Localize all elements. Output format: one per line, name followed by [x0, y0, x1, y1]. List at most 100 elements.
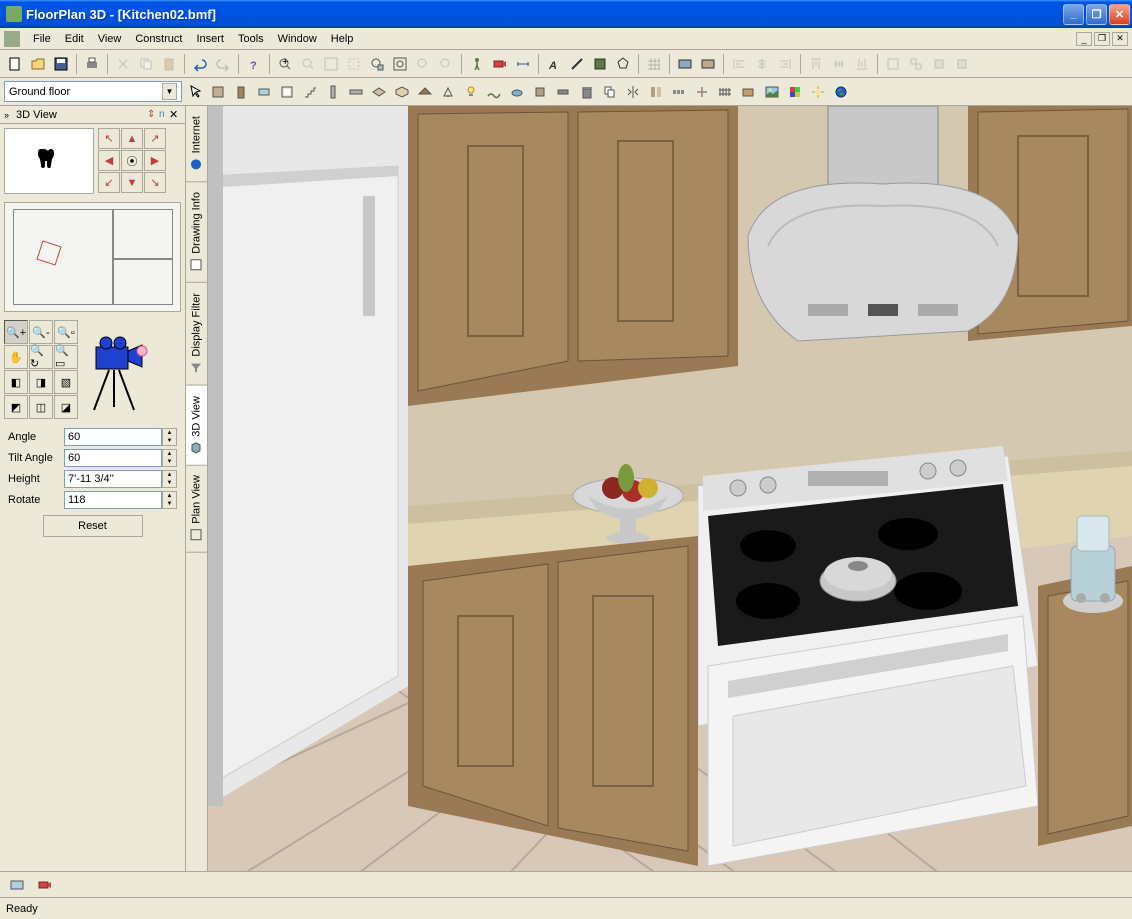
zoom-window-tool[interactable]: 🔍▫ — [54, 320, 78, 344]
tab-drawing-info[interactable]: Drawing Info — [186, 182, 207, 283]
menu-tools[interactable]: Tools — [231, 31, 271, 47]
nav-up-right[interactable]: ↗ — [144, 128, 166, 149]
snap-icon[interactable] — [691, 81, 713, 103]
paste-button[interactable] — [158, 53, 180, 75]
tab-internet[interactable]: Internet — [186, 106, 207, 182]
view-wire2-tool[interactable]: ▧ — [54, 370, 78, 394]
minimize-button[interactable]: _ — [1063, 4, 1084, 25]
tab-3d-view[interactable]: 3D View — [186, 386, 207, 466]
zoom-extents-icon[interactable] — [343, 53, 365, 75]
print-button[interactable] — [81, 53, 103, 75]
view-mode-1-icon[interactable] — [674, 53, 696, 75]
height-input[interactable]: 7'-11 3/4'' — [64, 470, 162, 488]
panel-close-icon[interactable]: ✕ — [169, 108, 181, 121]
dimension-icon[interactable] — [512, 53, 534, 75]
fence-icon[interactable] — [714, 81, 736, 103]
wall-icon[interactable] — [207, 81, 229, 103]
mdi-close[interactable]: ✕ — [1112, 32, 1128, 46]
delete-icon[interactable] — [576, 81, 598, 103]
close-button[interactable]: ✕ — [1109, 4, 1130, 25]
menu-help[interactable]: Help — [324, 31, 361, 47]
mdi-minimize[interactable]: _ — [1076, 32, 1092, 46]
view-persp-tool[interactable]: ◫ — [29, 395, 53, 419]
view-top-tool[interactable]: ◪ — [54, 395, 78, 419]
pool-icon[interactable] — [506, 81, 528, 103]
zoom-in-tool[interactable]: 🔍+ — [4, 320, 28, 344]
align-left-icon[interactable] — [728, 53, 750, 75]
tilt-spinner[interactable]: ▲▼ — [162, 449, 177, 467]
camera-obj-icon[interactable] — [437, 81, 459, 103]
door-icon[interactable] — [230, 81, 252, 103]
bottom-icon-2[interactable] — [34, 874, 56, 896]
nav-down[interactable]: ▼ — [121, 172, 143, 193]
menu-insert[interactable]: Insert — [189, 31, 231, 47]
copy2-icon[interactable] — [599, 81, 621, 103]
view-wire1-tool[interactable]: ◨ — [29, 370, 53, 394]
roof-icon[interactable] — [414, 81, 436, 103]
line-icon[interactable] — [566, 53, 588, 75]
cut-button[interactable] — [112, 53, 134, 75]
maximize-button[interactable]: ❐ — [1086, 4, 1107, 25]
chevron-down-icon[interactable]: ▼ — [162, 83, 177, 100]
globe-icon[interactable] — [830, 81, 852, 103]
rotate-spinner[interactable]: ▲▼ — [162, 491, 177, 509]
front-icon[interactable] — [928, 53, 950, 75]
beam-icon[interactable] — [345, 81, 367, 103]
nav-up-left[interactable]: ↖ — [98, 128, 120, 149]
angle-input[interactable]: 60 — [64, 428, 162, 446]
tab-display-filter[interactable]: Display Filter — [186, 283, 207, 386]
zoom-fit-tool[interactable]: 🔍▭ — [54, 345, 78, 369]
view-solid-tool[interactable]: ◧ — [4, 370, 28, 394]
column-icon[interactable] — [322, 81, 344, 103]
tab-plan-view[interactable]: Plan View — [186, 465, 207, 553]
menu-view[interactable]: View — [91, 31, 129, 47]
expand-icon[interactable]: » — [4, 110, 16, 120]
view-iso-tool[interactable]: ◩ — [4, 395, 28, 419]
zoom-selected-icon[interactable] — [366, 53, 388, 75]
walkthrough-icon[interactable] — [466, 53, 488, 75]
pin2-icon[interactable]: n — [159, 109, 169, 120]
pointer-icon[interactable] — [184, 81, 206, 103]
view-mode-2-icon[interactable] — [697, 53, 719, 75]
zoom-out-icon[interactable] — [297, 53, 319, 75]
align-right-icon[interactable] — [774, 53, 796, 75]
align-bottom-icon[interactable] — [851, 53, 873, 75]
reset-button[interactable]: Reset — [43, 515, 143, 537]
zoom-window-icon[interactable] — [320, 53, 342, 75]
floor-selector[interactable]: Ground floor ▼ — [4, 81, 182, 102]
materials-icon[interactable] — [784, 81, 806, 103]
zoom-in-icon[interactable]: + — [274, 53, 296, 75]
menu-edit[interactable]: Edit — [58, 31, 91, 47]
terrain-icon[interactable] — [483, 81, 505, 103]
undo-button[interactable] — [189, 53, 211, 75]
help-button[interactable]: ? — [243, 53, 265, 75]
menu-window[interactable]: Window — [271, 31, 324, 47]
align-center-icon[interactable] — [751, 53, 773, 75]
nav-left[interactable]: ◀ — [98, 150, 120, 171]
nav-center[interactable]: ⦿ — [121, 150, 143, 171]
mdi-restore[interactable]: ❐ — [1094, 32, 1110, 46]
angle-spinner[interactable]: ▲▼ — [162, 428, 177, 446]
pin-icon[interactable]: ⇕ — [147, 109, 159, 120]
nav-up[interactable]: ▲ — [121, 128, 143, 149]
walkthrough-preview[interactable] — [4, 128, 94, 194]
open-button[interactable] — [27, 53, 49, 75]
new-button[interactable] — [4, 53, 26, 75]
align-top-icon[interactable] — [805, 53, 827, 75]
menu-construct[interactable]: Construct — [128, 31, 189, 47]
text-icon[interactable]: A — [543, 53, 565, 75]
light-icon[interactable] — [460, 81, 482, 103]
zoom-next-icon[interactable] — [435, 53, 457, 75]
polygon-icon[interactable] — [612, 53, 634, 75]
zoom-fit-icon[interactable] — [389, 53, 411, 75]
zoom-out-tool[interactable]: 🔍- — [29, 320, 53, 344]
group-icon[interactable] — [882, 53, 904, 75]
viewport-3d[interactable] — [208, 106, 1132, 871]
mirror-icon[interactable] — [622, 81, 644, 103]
lighting-icon[interactable] — [807, 81, 829, 103]
stairs-icon[interactable] — [299, 81, 321, 103]
ungroup-icon[interactable] — [905, 53, 927, 75]
menu-app-icon[interactable] — [4, 31, 20, 47]
ceiling-icon[interactable] — [391, 81, 413, 103]
copy-button[interactable] — [135, 53, 157, 75]
